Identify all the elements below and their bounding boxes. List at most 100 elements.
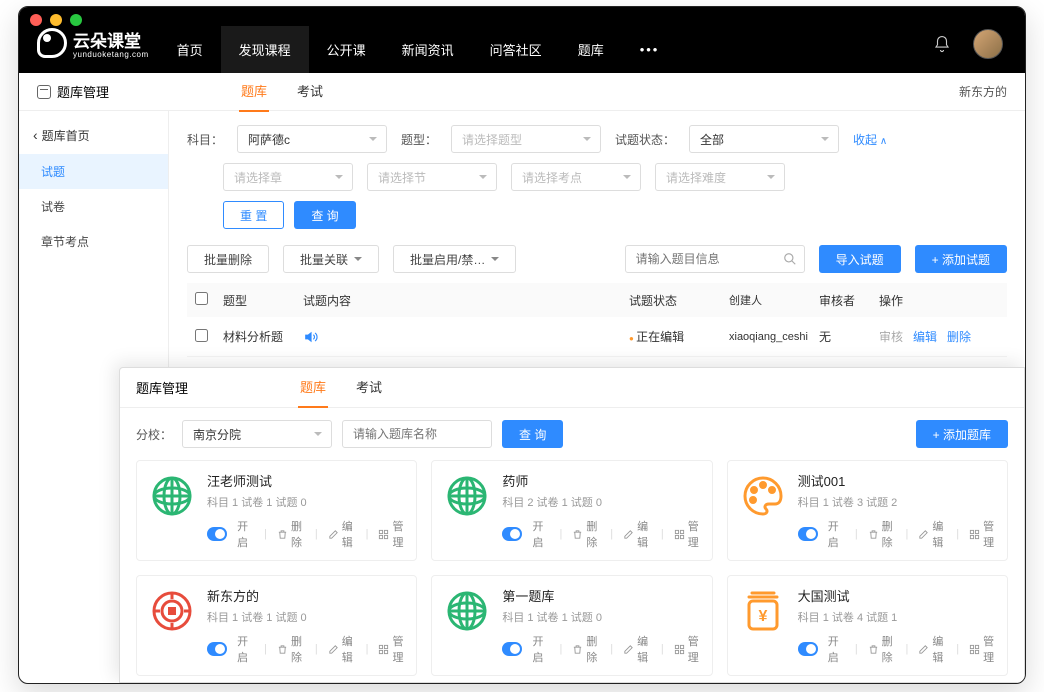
card-manage[interactable]: 管理: [674, 633, 702, 665]
toggle-open[interactable]: [502, 642, 522, 656]
subject-select[interactable]: 阿萨德c: [237, 125, 387, 153]
w2-tab-exam[interactable]: 考试: [354, 367, 384, 408]
w2-query-button[interactable]: 查 询: [502, 420, 563, 448]
globe-green-icon: [442, 586, 492, 636]
sidebar-item-points[interactable]: 章节考点: [19, 224, 168, 259]
card-manage[interactable]: 管理: [674, 518, 702, 550]
toggle-label: 开启: [532, 633, 549, 665]
op-delete[interactable]: 删除: [947, 328, 971, 345]
nav-discover[interactable]: 发现课程: [221, 26, 309, 73]
toggle-label: 开启: [532, 518, 549, 550]
card-meta: 科目 1 试卷 3 试题 2: [798, 494, 997, 510]
card-delete[interactable]: 删除: [868, 633, 896, 665]
card-edit[interactable]: 编辑: [328, 633, 356, 665]
grid-icon: [674, 644, 685, 655]
chapter-select[interactable]: 请选择章: [223, 163, 353, 191]
search-input[interactable]: [625, 245, 805, 273]
status-select[interactable]: 全部: [689, 125, 839, 153]
card-meta: 科目 1 试卷 1 试题 0: [502, 609, 701, 625]
nav-more[interactable]: •••: [622, 26, 678, 73]
card-title: 汪老师测试: [207, 471, 406, 490]
sidebar-item-questions[interactable]: 试题: [19, 154, 168, 189]
w2-search-input[interactable]: [342, 420, 492, 448]
card-edit[interactable]: 编辑: [328, 518, 356, 550]
bank-card[interactable]: 汪老师测试 科目 1 试卷 1 试题 0 开启 | 删除 | 编辑 | 管理: [136, 460, 417, 561]
secondary-bar: 题库管理 题库 考试 新东方的: [19, 73, 1025, 111]
bank-card[interactable]: 新东方的 科目 1 试卷 1 试题 0 开启 | 删除 | 编辑 | 管理: [136, 575, 417, 676]
nav-bank[interactable]: 题库: [560, 26, 622, 73]
maximize-window[interactable]: [70, 14, 82, 26]
reset-button[interactable]: 重 置: [223, 201, 284, 229]
logo[interactable]: 云朵课堂 yunduoketang.com: [37, 27, 159, 73]
minimize-window[interactable]: [50, 14, 62, 26]
card-manage[interactable]: 管理: [969, 518, 997, 550]
bell-icon[interactable]: [933, 35, 951, 53]
add-question-button[interactable]: + 添加试题: [915, 245, 1007, 273]
card-manage[interactable]: 管理: [378, 633, 406, 665]
trash-icon: [868, 644, 879, 655]
bank-card[interactable]: 测试001 科目 1 试卷 3 试题 2 开启 | 删除 | 编辑 | 管理: [727, 460, 1008, 561]
add-bank-button[interactable]: + 添加题库: [916, 420, 1008, 448]
bulk-delete-button[interactable]: 批量删除: [187, 245, 269, 273]
branch-select[interactable]: 南京分院: [182, 420, 332, 448]
op-review[interactable]: 审核: [879, 328, 903, 345]
card-delete[interactable]: 删除: [572, 518, 600, 550]
type-select[interactable]: 请选择题型: [451, 125, 601, 153]
toggle-open[interactable]: [502, 527, 522, 541]
section-select[interactable]: 请选择节: [367, 163, 497, 191]
toggle-open[interactable]: [207, 642, 227, 656]
search-icon[interactable]: [783, 252, 797, 266]
secondary-window: 题库管理 题库 考试 分校： 南京分院 查 询 + 添加题库 汪老师测试 科目 …: [119, 367, 1025, 683]
card-title: 测试001: [798, 471, 997, 490]
tab-bank[interactable]: 题库: [239, 71, 269, 112]
cell-creator: xiaoqiang_ceshi: [729, 331, 819, 343]
row-checkbox[interactable]: [195, 329, 208, 342]
toggle-open[interactable]: [207, 527, 227, 541]
bulk-relate-button[interactable]: 批量关联: [283, 245, 379, 273]
toggle-label: 开启: [237, 518, 254, 550]
card-delete[interactable]: 删除: [277, 518, 305, 550]
close-window[interactable]: [30, 14, 42, 26]
sidebar-back[interactable]: 题库首页: [19, 117, 168, 154]
nav-home[interactable]: 首页: [159, 26, 221, 73]
bank-card[interactable]: 药师 科目 2 试卷 1 试题 0 开启 | 删除 | 编辑 | 管理: [431, 460, 712, 561]
type-label: 题型：: [401, 131, 437, 148]
query-button[interactable]: 查 询: [294, 201, 355, 229]
edit-icon: [623, 644, 634, 655]
bank-card[interactable]: 第一题库 科目 1 试卷 1 试题 0 开启 | 删除 | 编辑 | 管理: [431, 575, 712, 676]
sidebar-item-papers[interactable]: 试卷: [19, 189, 168, 224]
avatar[interactable]: [973, 29, 1003, 59]
audio-icon[interactable]: [303, 330, 629, 344]
difficulty-select[interactable]: 请选择难度: [655, 163, 785, 191]
card-delete[interactable]: 删除: [868, 518, 896, 550]
logo-icon: [37, 28, 67, 58]
toggle-open[interactable]: [798, 642, 818, 656]
card-edit[interactable]: 编辑: [623, 633, 651, 665]
nav-news[interactable]: 新闻资讯: [384, 26, 472, 73]
w2-tab-bank[interactable]: 题库: [298, 367, 328, 408]
trash-icon: [868, 529, 879, 540]
collapse-link[interactable]: 收起: [853, 131, 887, 148]
toggle-open[interactable]: [798, 527, 818, 541]
op-edit[interactable]: 编辑: [913, 328, 937, 345]
card-delete[interactable]: 删除: [277, 633, 305, 665]
bank-card[interactable]: ¥ 大国测试 科目 1 试卷 4 试题 1 开启 | 删除 | 编辑 | 管理: [727, 575, 1008, 676]
select-all-checkbox[interactable]: [195, 292, 208, 305]
import-button[interactable]: 导入试题: [819, 245, 901, 273]
card-manage[interactable]: 管理: [969, 633, 997, 665]
card-edit[interactable]: 编辑: [918, 633, 946, 665]
point-select[interactable]: 请选择考点: [511, 163, 641, 191]
card-title: 药师: [502, 471, 701, 490]
tab-exam[interactable]: 考试: [295, 71, 325, 112]
card-edit[interactable]: 编辑: [918, 518, 946, 550]
card-delete[interactable]: 删除: [572, 633, 600, 665]
bulk-enable-button[interactable]: 批量启用/禁…: [393, 245, 516, 273]
grid-icon: [378, 529, 389, 540]
card-title: 第一题库: [502, 586, 701, 605]
nav-qa[interactable]: 问答社区: [472, 26, 560, 73]
card-manage[interactable]: 管理: [378, 518, 406, 550]
trash-icon: [277, 644, 288, 655]
nav-open-class[interactable]: 公开课: [309, 26, 384, 73]
card-edit[interactable]: 编辑: [623, 518, 651, 550]
trash-icon: [277, 529, 288, 540]
